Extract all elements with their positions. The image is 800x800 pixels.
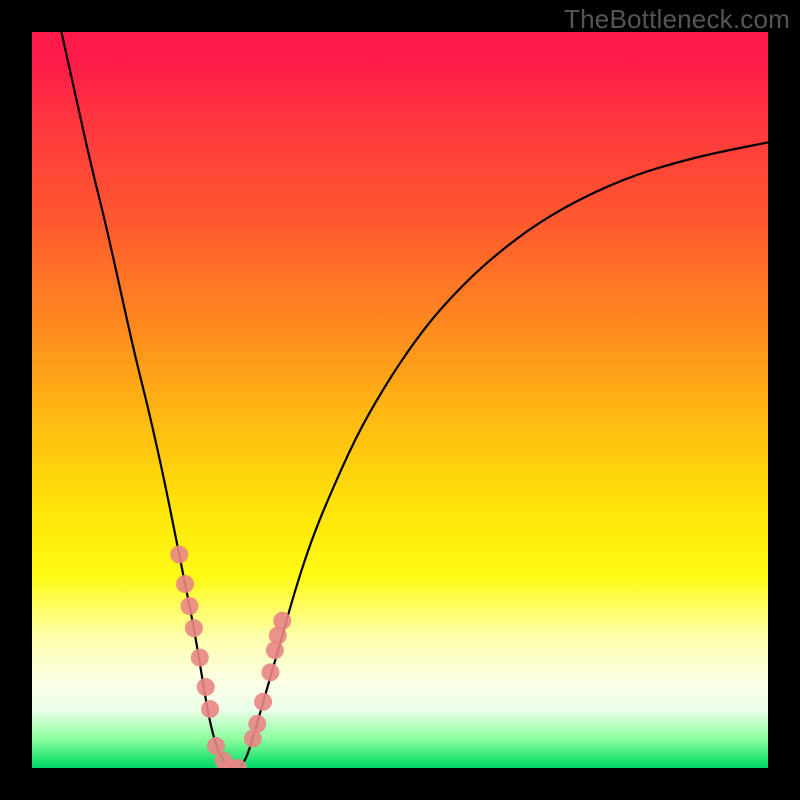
bottleneck-curve — [61, 32, 768, 768]
scatter-point — [170, 546, 188, 564]
scatter-point — [254, 693, 272, 711]
scatter-point — [248, 715, 266, 733]
highlighted-points — [170, 546, 291, 768]
scatter-point — [181, 597, 199, 615]
scatter-point — [201, 700, 219, 718]
scatter-point — [197, 678, 215, 696]
scatter-point — [273, 612, 291, 630]
scatter-point — [176, 575, 194, 593]
scatter-point — [185, 619, 203, 637]
watermark-text: TheBottleneck.com — [564, 4, 790, 35]
plot-area — [32, 32, 768, 768]
scatter-point — [191, 649, 209, 667]
curve-layer — [32, 32, 768, 768]
chart-frame: TheBottleneck.com — [0, 0, 800, 800]
scatter-point — [261, 663, 279, 681]
